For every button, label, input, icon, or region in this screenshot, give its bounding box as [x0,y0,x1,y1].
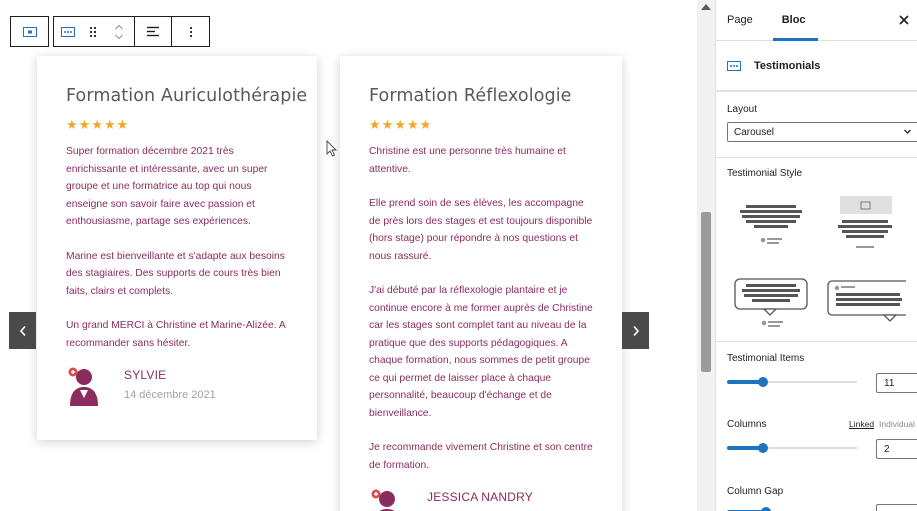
style-option-basic[interactable] [732,197,812,257]
testimonial-items-slider[interactable] [727,375,857,389]
star-icon: ★ [116,117,129,132]
star-rating: ★ ★ ★ ★ ★ [66,118,317,131]
slider-knob[interactable] [758,443,768,453]
sidebar-tabs: Page Bloc [716,0,917,41]
mouse-pointer-icon [326,140,337,157]
drag-handle[interactable] [82,17,104,46]
star-icon: ★ [91,117,103,132]
columns-label: Columns [727,419,767,430]
slider-knob[interactable] [758,377,768,387]
block-type-icon [22,26,37,37]
user-avatar-icon [371,489,395,511]
star-icon: ★ [419,117,432,132]
testimonial-paragraph: Elle prend soin de ses élèves, les accom… [369,198,593,262]
editor-scrollbar[interactable] [697,0,715,511]
testimonial-paragraph: Christine est une personne très humaine … [369,146,566,175]
star-rating: ★ ★ ★ ★ ★ [369,118,622,131]
style-option-inline[interactable] [826,273,906,333]
drag-handle-icon [89,26,97,37]
chevron-left-icon [19,325,26,336]
testimonial-title: Formation Réflexologie [369,86,572,106]
star-icon: ★ [406,117,419,132]
block-switcher-button[interactable] [54,17,82,46]
chevron-down-icon [904,129,911,134]
testimonial-paragraph: Super formation décembre 2021 très enric… [66,146,268,227]
testimonial-author: JESSICA NANDRY [369,488,622,511]
layout-label: Layout [727,104,758,115]
star-icon: ★ [78,117,91,132]
block-toolbar [10,16,210,47]
editor-canvas: Formation Auriculothérapie ★ ★ ★ ★ ★ Super f… [0,0,697,511]
column-gap-input[interactable] [876,504,917,511]
more-options-button[interactable] [172,17,209,46]
star-icon: ★ [381,117,394,132]
move-up-down-button[interactable] [104,17,134,46]
style-option-image-top[interactable] [828,194,908,254]
testimonial-paragraph: Marine est bienveillante et s'adapte aux… [66,250,285,297]
carousel-prev-button[interactable] [9,312,36,349]
testimonial-date: 14 décembre 2021 [124,389,216,401]
scroll-up-arrow-icon[interactable] [700,3,712,11]
toolbar-group-align [134,16,210,47]
divider [716,341,917,342]
select-parent-button[interactable] [11,17,48,46]
testimonial-author: SYLVIE 14 décembre 2021 [66,366,317,406]
divider [716,91,917,92]
star-icon: ★ [369,117,381,132]
testimonial-items-value: 11 [884,377,895,389]
block-card: Testimonials [716,41,917,91]
style-option-bubble[interactable] [732,273,812,333]
columns-individual-toggle[interactable]: Individual [879,419,915,429]
tab-page[interactable]: Page [727,0,753,41]
star-icon: ★ [66,117,78,132]
user-avatar-icon [68,367,98,406]
testimonial-items-label: Testimonial Items [727,353,805,364]
testimonial-paragraph: J'ai débuté par la réflexologie plantair… [369,285,593,419]
toolbar-group-parent [10,16,49,47]
star-icon: ★ [394,117,406,132]
toolbar-group-block [53,16,135,47]
testimonial-title: Formation Auriculothérapie [66,86,308,106]
slider-knob[interactable] [761,507,771,511]
chevron-right-icon [632,325,639,336]
author-name: SYLVIE [124,368,167,382]
star-icon: ★ [103,117,116,132]
tab-bloc[interactable]: Bloc [772,0,818,41]
align-icon [147,26,159,37]
scrollbar-thumb[interactable] [701,212,711,372]
columns-input[interactable]: 2 [876,439,917,459]
align-button[interactable] [135,17,172,46]
column-gap-label: Column Gap [727,486,784,497]
testimonial-card-2[interactable]: Formation Réflexologie ★ ★ ★ ★ ★ Christine e… [340,56,622,511]
testimonial-items-input[interactable]: 11 [876,373,917,393]
close-icon [899,15,909,25]
divider [716,157,917,158]
columns-value: 2 [884,443,890,455]
testimonial-paragraph: Un grand MERCI à Christine et Marine-Ali… [66,320,286,349]
more-options-icon [189,26,192,37]
column-gap-slider[interactable] [727,505,857,511]
testimonial-card-1[interactable]: Formation Auriculothérapie ★ ★ ★ ★ ★ Super f… [37,56,317,440]
testimonial-style-label: Testimonial Style [727,168,803,179]
layout-select[interactable]: Carousel [727,122,917,142]
layout-select-value: Carousel [734,126,775,138]
carousel-next-button[interactable] [622,312,649,349]
block-settings-sidebar: Page Bloc Testimonials Layout Carousel T… [715,0,917,511]
testimonials-icon [727,60,741,71]
author-name: JESSICA NANDRY [427,490,533,504]
move-up-down-icon [115,24,123,39]
columns-slider[interactable] [727,441,857,455]
block-name: Testimonials [754,59,821,72]
testimonials-icon [61,26,75,37]
close-sidebar-button[interactable] [899,12,909,29]
testimonial-paragraph: Je recommande vivement Christine et son … [369,442,593,471]
columns-linked-toggle[interactable]: Linked [849,419,874,429]
